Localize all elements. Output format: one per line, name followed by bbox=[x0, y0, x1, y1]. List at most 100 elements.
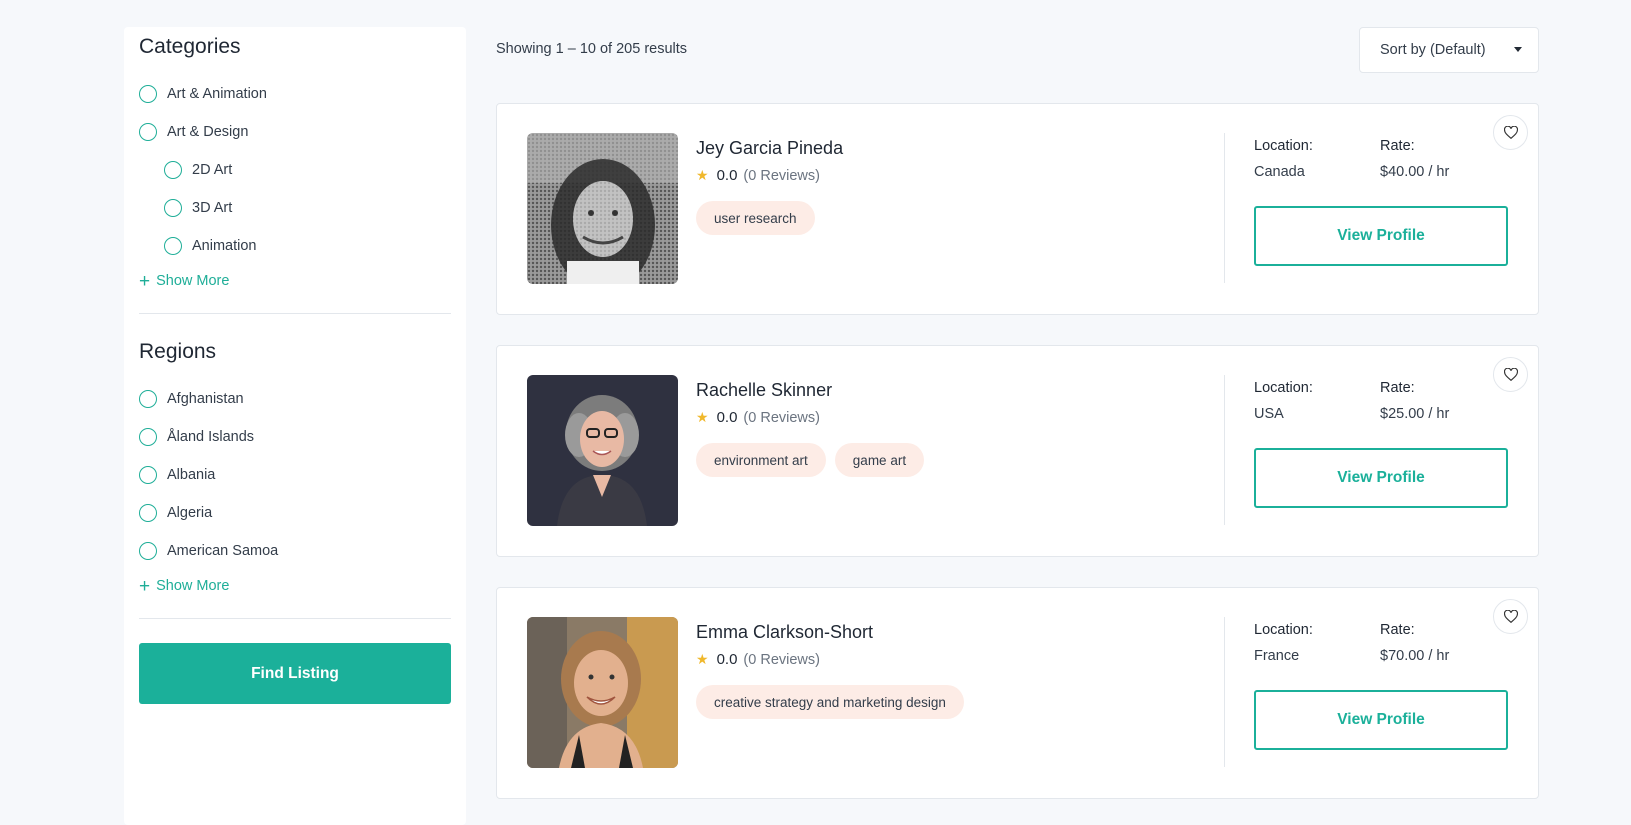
radio-button[interactable] bbox=[139, 123, 157, 141]
freelancer-name[interactable]: Rachelle Skinner bbox=[696, 380, 832, 401]
regions-show-more[interactable]: + Show More bbox=[139, 574, 451, 598]
review-count: (0 Reviews) bbox=[743, 409, 820, 426]
category-label: 2D Art bbox=[192, 162, 233, 178]
star-icon: ★ bbox=[696, 651, 709, 667]
heart-icon bbox=[1503, 610, 1518, 623]
favorite-button[interactable] bbox=[1493, 357, 1528, 392]
region-label: Afghanistan bbox=[167, 391, 244, 407]
category-option[interactable]: 2D Art bbox=[139, 151, 451, 189]
rate-label: Rate: bbox=[1380, 138, 1415, 154]
region-label: Åland Islands bbox=[167, 429, 255, 445]
category-label: Art & Animation bbox=[167, 86, 267, 102]
divider bbox=[1224, 133, 1225, 283]
location-label: Location: bbox=[1254, 380, 1313, 396]
sort-select[interactable]: Sort by (Default) bbox=[1359, 27, 1539, 73]
view-profile-button[interactable]: View Profile bbox=[1254, 448, 1508, 508]
skill-tag[interactable]: environment art bbox=[696, 443, 826, 477]
divider bbox=[139, 313, 451, 314]
show-more-label: Show More bbox=[156, 578, 230, 594]
region-label: Albania bbox=[167, 467, 216, 483]
caret-down-icon bbox=[1514, 47, 1522, 52]
listing-card: Jey Garcia Pineda ★ 0.0 (0 Reviews) user… bbox=[496, 103, 1539, 315]
region-label: American Samoa bbox=[167, 543, 279, 559]
region-label: Algeria bbox=[167, 505, 213, 521]
category-option[interactable]: Animation bbox=[139, 227, 451, 265]
categories-show-more[interactable]: + Show More bbox=[139, 269, 451, 293]
sort-label: Sort by (Default) bbox=[1380, 42, 1486, 58]
region-option[interactable]: American Samoa bbox=[139, 532, 451, 570]
avatar[interactable] bbox=[527, 617, 678, 768]
location-value: France bbox=[1254, 648, 1300, 664]
location-label: Location: bbox=[1254, 622, 1313, 638]
categories-title: Categories bbox=[139, 35, 241, 58]
plus-icon: + bbox=[139, 575, 151, 597]
category-label: Art & Design bbox=[167, 124, 249, 140]
category-label: Animation bbox=[192, 238, 257, 254]
radio-button[interactable] bbox=[139, 390, 157, 408]
star-icon: ★ bbox=[696, 409, 709, 425]
radio-button[interactable] bbox=[139, 466, 157, 484]
rating: ★ 0.0 (0 Reviews) bbox=[696, 167, 820, 184]
radio-button[interactable] bbox=[139, 504, 157, 522]
review-count: (0 Reviews) bbox=[743, 167, 820, 184]
regions-list: Afghanistan Åland Islands Albania Algeri… bbox=[139, 380, 451, 570]
listing-card: Rachelle Skinner ★ 0.0 (0 Reviews) envir… bbox=[496, 345, 1539, 557]
filter-sidebar: Categories Art & Animation Art & Design … bbox=[124, 27, 466, 825]
radio-button[interactable] bbox=[139, 428, 157, 446]
radio-button[interactable] bbox=[164, 161, 182, 179]
find-listing-button[interactable]: Find Listing bbox=[139, 643, 451, 704]
radio-button[interactable] bbox=[139, 85, 157, 103]
freelancer-name[interactable]: Jey Garcia Pineda bbox=[696, 138, 843, 159]
rate-value: $70.00 / hr bbox=[1380, 648, 1450, 664]
heart-icon bbox=[1503, 126, 1518, 139]
region-option[interactable]: Albania bbox=[139, 456, 451, 494]
listing-card: Emma Clarkson-Short ★ 0.0 (0 Reviews) cr… bbox=[496, 587, 1539, 799]
category-label: 3D Art bbox=[192, 200, 233, 216]
regions-title: Regions bbox=[139, 340, 217, 363]
skill-tag[interactable]: user research bbox=[696, 201, 815, 235]
favorite-button[interactable] bbox=[1493, 115, 1528, 150]
radio-button[interactable] bbox=[139, 542, 157, 560]
rate-value: $25.00 / hr bbox=[1380, 406, 1450, 422]
divider bbox=[139, 618, 451, 619]
show-more-label: Show More bbox=[156, 273, 230, 289]
star-icon: ★ bbox=[696, 167, 709, 183]
plus-icon: + bbox=[139, 270, 151, 292]
category-option[interactable]: 3D Art bbox=[139, 189, 451, 227]
radio-button[interactable] bbox=[164, 237, 182, 255]
skill-tags: creative strategy and marketing design bbox=[696, 685, 964, 719]
rating-score: 0.0 bbox=[716, 651, 738, 668]
review-count: (0 Reviews) bbox=[743, 651, 820, 668]
region-option[interactable]: Afghanistan bbox=[139, 380, 451, 418]
skill-tags: user research bbox=[696, 201, 815, 235]
divider bbox=[1224, 617, 1225, 767]
rating-score: 0.0 bbox=[716, 167, 738, 184]
rate-value: $40.00 / hr bbox=[1380, 164, 1450, 180]
avatar[interactable] bbox=[527, 133, 678, 284]
rate-label: Rate: bbox=[1380, 380, 1415, 396]
category-option[interactable]: Art & Animation bbox=[139, 75, 451, 113]
skill-tag[interactable]: game art bbox=[834, 443, 925, 477]
rating: ★ 0.0 (0 Reviews) bbox=[696, 651, 820, 668]
region-option[interactable]: Algeria bbox=[139, 494, 451, 532]
skill-tag[interactable]: creative strategy and marketing design bbox=[696, 685, 964, 719]
rating: ★ 0.0 (0 Reviews) bbox=[696, 409, 820, 426]
heart-icon bbox=[1503, 368, 1518, 381]
skill-tags: environment art game art bbox=[696, 443, 925, 477]
view-profile-button[interactable]: View Profile bbox=[1254, 206, 1508, 266]
location-value: Canada bbox=[1254, 164, 1305, 180]
rating-score: 0.0 bbox=[716, 409, 738, 426]
rate-label: Rate: bbox=[1380, 622, 1415, 638]
freelancer-name[interactable]: Emma Clarkson-Short bbox=[696, 622, 873, 643]
divider bbox=[1224, 375, 1225, 525]
location-label: Location: bbox=[1254, 138, 1313, 154]
region-option[interactable]: Åland Islands bbox=[139, 418, 451, 456]
view-profile-button[interactable]: View Profile bbox=[1254, 690, 1508, 750]
categories-list: Art & Animation Art & Design 2D Art 3D A… bbox=[139, 75, 451, 265]
radio-button[interactable] bbox=[164, 199, 182, 217]
location-value: USA bbox=[1254, 406, 1284, 422]
result-count: Showing 1 – 10 of 205 results bbox=[496, 41, 688, 57]
avatar[interactable] bbox=[527, 375, 678, 526]
favorite-button[interactable] bbox=[1493, 599, 1528, 634]
category-option[interactable]: Art & Design bbox=[139, 113, 451, 151]
